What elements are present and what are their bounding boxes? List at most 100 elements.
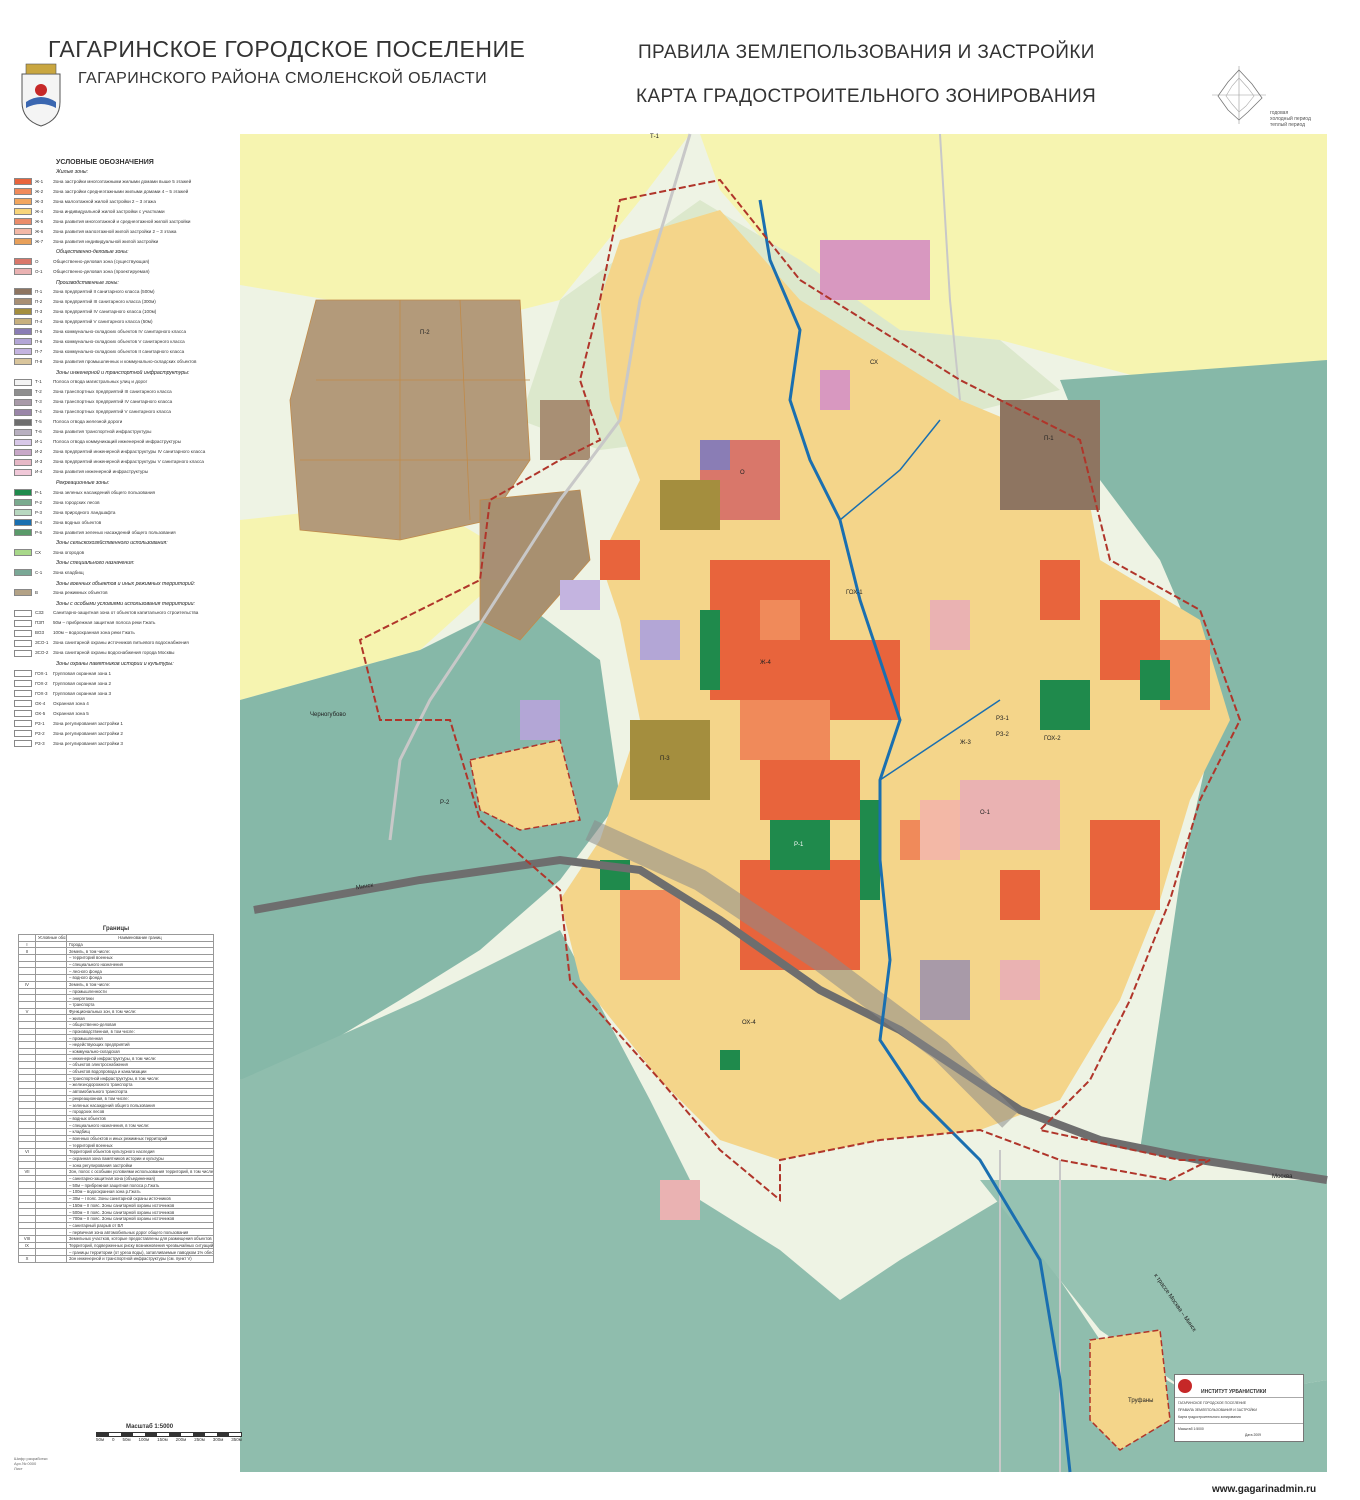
legend-code: П-5: [35, 329, 43, 335]
legend-group-title: Зоны сельскохозяйственного использования…: [56, 540, 168, 547]
table-row: – охранная зона памятников истории и кул…: [18, 1154, 214, 1163]
table-cell-roman: [18, 1154, 36, 1163]
legend-code: И-1: [35, 439, 43, 445]
table-cell-name: – коммунально-складская: [66, 1047, 214, 1056]
table-cell-name: – 50м – прибрежная защитная полоса р.Гжа…: [66, 1181, 214, 1190]
table-row: – городских лесов: [18, 1107, 214, 1116]
legend-text: Групповая охранная зона 2: [53, 680, 112, 686]
table-cell-roman: IX: [18, 1241, 36, 1250]
institute-logo-icon: [1178, 1379, 1192, 1393]
table-row: – транспорта: [18, 1000, 214, 1009]
legend-code: Т-2: [35, 389, 42, 395]
table-cell-roman: [18, 1174, 36, 1183]
table-cell-name: – городских лесов: [66, 1107, 214, 1116]
legend-item: ОХ-5 Охранная зона 5: [14, 709, 234, 717]
legend-swatch: [14, 448, 32, 456]
table-cell-roman: VIII: [18, 1234, 36, 1243]
table-cell-name: Зон инженерной и транспортной инфраструк…: [66, 1255, 214, 1263]
legend-group-title: Жилые зоны:: [56, 169, 89, 176]
table-header: Наименование границ: [66, 934, 214, 942]
table-row: V Функциональных зон, в том числе:: [18, 1007, 214, 1016]
legend-text: Полоса отвода магистральных улиц и дорог: [53, 379, 148, 385]
zone-label: Т-1: [650, 134, 659, 140]
website-link[interactable]: www.gagarinadmin.ru: [1212, 1484, 1316, 1495]
table-row: IX Территорий, подверженных риску возникн…: [18, 1241, 214, 1250]
table-cell-roman: [18, 1181, 36, 1190]
table-cell-name: – инженерной инфраструктуры, в том числе…: [66, 1054, 214, 1063]
legend-swatch: [14, 719, 32, 727]
header: ГАГАРИНСКОЕ ГОРОДСКОЕ ПОСЕЛЕНИЕ ГАГАРИНС…: [12, 34, 572, 129]
page-title-line1: ГАГАРИНСКОЕ ГОРОДСКОЕ ПОСЕЛЕНИЕ: [48, 36, 526, 62]
table-row: – кладбищ: [18, 1127, 214, 1136]
legend-text: Зона развития многоэтажной и среднеэтажн…: [53, 218, 191, 224]
legend-item: С-1 Зона кладбищ: [14, 569, 234, 577]
table-row: – зеленых насаждений общего пользования: [18, 1101, 214, 1109]
legend-text: Зона развития инженерной инфраструктуры: [53, 469, 149, 475]
scale-ticks: 50м 0 50м 100м 150м 200м 250м 300м 350м: [96, 1437, 242, 1442]
table-row: I Города: [18, 940, 214, 949]
zone-label: П-3: [660, 756, 670, 762]
legend-swatch: [14, 237, 32, 245]
legend-swatch: [14, 308, 32, 316]
table-cell-roman: [18, 1134, 36, 1143]
legend-swatch: [14, 729, 32, 737]
scale-tick-label: 250м: [194, 1437, 205, 1442]
table-cell-symbol: [35, 1234, 67, 1243]
table-cell-roman: [18, 1041, 36, 1049]
table-cell-name: – санитарно-защитная зона (объединенная): [66, 1174, 214, 1183]
legend-swatch: [14, 609, 32, 617]
legend-code: Р-4: [35, 519, 43, 525]
legend-text: Санитарно-защитная зона от объектов капи…: [53, 610, 199, 616]
table-cell-name: – объектов электроснабжения: [66, 1061, 214, 1069]
table-row: VIII Земельных участков, которые предоста…: [18, 1234, 214, 1243]
scale-tick-label: 150м: [157, 1437, 168, 1442]
legend-code: Р-1: [35, 489, 43, 495]
legend-code: Т-4: [35, 409, 42, 415]
table-row: – энергетики: [18, 994, 214, 1002]
legend-text: Зона санитарной охраны водоснабжения гор…: [53, 650, 175, 656]
legend-text: Зона коммунально-складских объектов V са…: [53, 339, 185, 345]
legend-text: Зона зеленых насаждений общего пользован…: [53, 489, 156, 495]
table-row: – специального назначения, в том числе:: [18, 1121, 214, 1129]
legend-item: П-4 Зона предприятий V санитарного класса…: [14, 318, 234, 326]
table-row: – транспортной инфраструктуры, в том чис…: [18, 1074, 214, 1083]
table-row: VI Территорий объектов культурного наслед…: [18, 1148, 214, 1156]
table-cell-roman: [18, 1034, 36, 1042]
table-cell-symbol: [35, 1141, 67, 1149]
table-row: – инженерной инфраструктуры, в том числе…: [18, 1054, 214, 1063]
wind-rose-legend-item: теплый период: [1270, 122, 1306, 128]
table-cell-name: – территорий военных: [66, 954, 214, 962]
legend-text: Зона коммунально-складских объектов IV с…: [53, 329, 187, 335]
map-legend: УСЛОВНЫЕ ОБОЗНАЧЕНИЯ Жилые зоны: Ж-1 Зона …: [14, 159, 234, 749]
borders-table-title: Границы: [102, 926, 130, 932]
zone-label: РЗ-2: [996, 732, 1009, 738]
table-header: Условные обозначения: [35, 934, 67, 942]
legend-item: И-3 Зона предприятий инженерной инфрастру…: [14, 458, 234, 466]
legend-text: Зона предприятий IV санитарного класса (…: [53, 309, 157, 315]
legend-group-title: Производственные зоны:: [56, 279, 119, 286]
legend-item: П-8 Зона развития промышленных и коммунал…: [14, 358, 234, 366]
legend-code: Ж-5: [35, 218, 44, 224]
table-cell-symbol: [35, 1255, 67, 1263]
legend-swatch: [14, 338, 32, 346]
table-row: IV Земель, в том числе:: [18, 980, 214, 989]
table-cell-name: – железнодорожного транспорта: [66, 1081, 214, 1089]
table-cell-name: – транспорта: [66, 1000, 214, 1009]
legend-swatch: [14, 358, 32, 366]
legend-code: ОХ-4: [35, 700, 46, 706]
table-cell-roman: [18, 1087, 36, 1096]
highway-direction: к трассе Москва – Минск: [1152, 1272, 1197, 1334]
table-cell-roman: [18, 1114, 36, 1123]
legend-text: Зона транспортных предприятий III санита…: [53, 389, 172, 395]
table-cell-symbol: [35, 1154, 67, 1163]
legend-swatch: [14, 298, 32, 306]
table-cell-symbol: [35, 1007, 67, 1016]
table-cell-symbol: [35, 1221, 67, 1230]
legend-item: Т-1 Полоса отвода магистральных улиц и до…: [14, 378, 234, 386]
corner-note: Шифр разработки Арх.№ 0000 Лист: [14, 1456, 47, 1471]
scale-title: Масштаб 1:5000: [126, 1424, 174, 1430]
table-row: II Земель, в том числе:: [18, 947, 214, 956]
table-cell-name: Территорий, подверженных риску возникнов…: [66, 1241, 214, 1250]
legend-text: Зона огородов: [53, 549, 85, 555]
legend-code: СЗЗ: [35, 610, 44, 616]
